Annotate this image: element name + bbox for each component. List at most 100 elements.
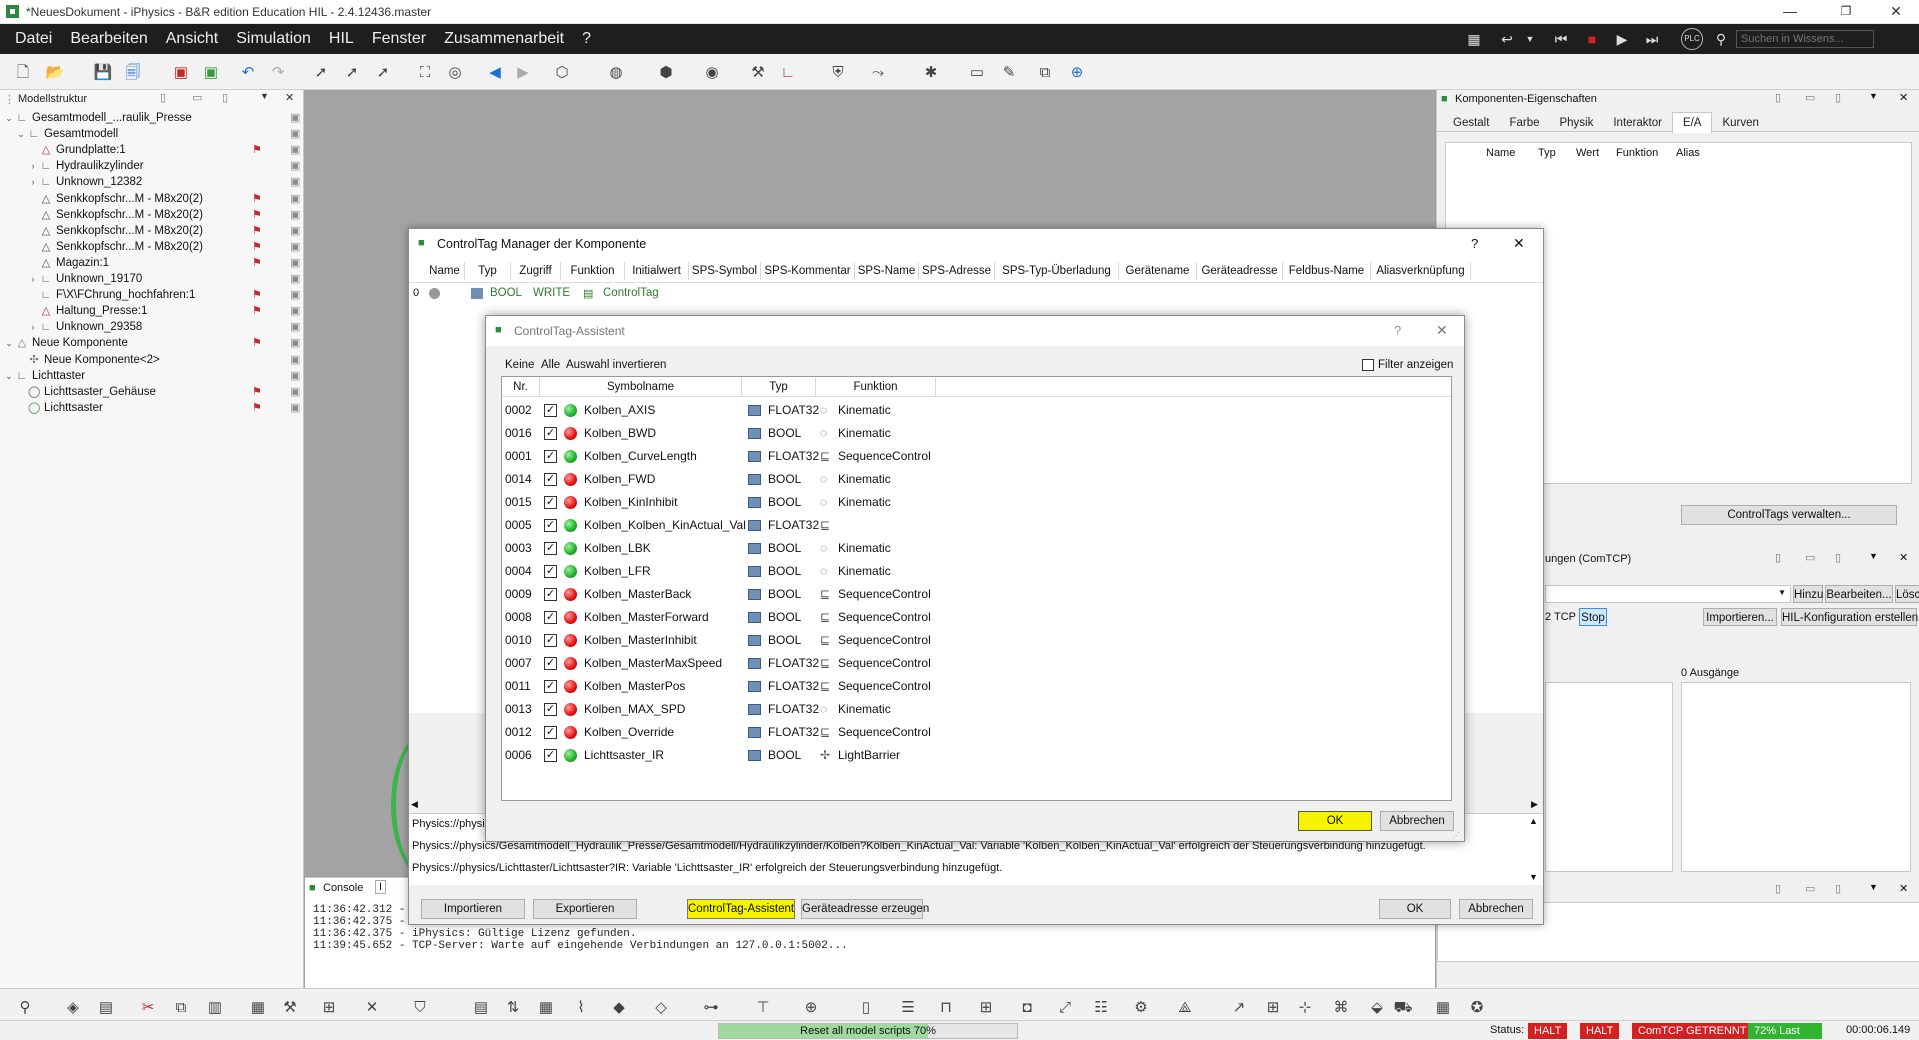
assistant-cancel-button[interactable]: Abbrechen: [1380, 811, 1454, 831]
console-tab-icon[interactable]: I: [375, 880, 387, 894]
delete-connection-button[interactable]: Löschen: [1895, 585, 1919, 603]
search-icon[interactable]: ⚲: [1709, 27, 1733, 51]
conn-menu-icon[interactable]: ▼: [1869, 551, 1878, 561]
plc-icon[interactable]: PLC: [1681, 28, 1703, 50]
visibility-icon[interactable]: ▣: [290, 335, 300, 351]
symbol-row[interactable]: 0015 ✓ Kolben_KinInhibit BOOL ◌ Kinematic: [502, 491, 1451, 514]
menu-ansicht[interactable]: Ansicht: [157, 24, 227, 54]
symbol-row[interactable]: 0006 ✓ Lichttsaster_IR BOOL ✢ LightBarrier: [502, 744, 1451, 767]
symbol-row[interactable]: 0012 ✓ Kolben_Override FLOAT32 ⊑ SequenceCont…: [502, 721, 1451, 744]
globe-icon[interactable]: ◉: [701, 62, 723, 84]
manager-help-button[interactable]: ?: [1471, 236, 1478, 251]
rp-float-icon[interactable]: ▯: [1775, 91, 1781, 104]
tree-item[interactable]: △ Senkkopfschr...M - M8x20(2) ⚑ ▣: [0, 207, 304, 223]
run-sim-icon[interactable]: ▣: [200, 62, 222, 84]
manager-row[interactable]: 0 BOOL WRITE ▤ ControlTag: [409, 283, 1543, 305]
visibility-icon[interactable]: ▣: [290, 255, 300, 271]
frame-icon[interactable]: ⊓: [935, 997, 957, 1019]
tree-item[interactable]: △ Magazin:1 ⚑ ▣: [0, 255, 304, 271]
select-move-icon[interactable]: ➚: [341, 62, 363, 84]
panel-float-icon[interactable]: ▯: [160, 91, 166, 104]
tab-gestalt[interactable]: Gestalt: [1443, 113, 1499, 133]
log-scroll-down-icon[interactable]: ▼: [1529, 872, 1538, 882]
prism-icon[interactable]: ◆: [608, 997, 630, 1019]
manager-cancel-button[interactable]: Abbrechen: [1459, 899, 1533, 919]
mgr-col-sps-name[interactable]: SPS-Name: [855, 262, 919, 280]
mgr-col-zugriff[interactable]: Zugriff: [511, 262, 561, 280]
panel-dock-icon[interactable]: ▯: [222, 91, 228, 104]
symbol-checkbox[interactable]: ✓: [544, 749, 557, 762]
visibility-icon[interactable]: ▣: [290, 352, 300, 368]
shield-icon[interactable]: ⛨: [827, 62, 849, 84]
delete-icon[interactable]: ✕: [361, 997, 383, 1019]
tab-interaktor[interactable]: Interaktor: [1603, 113, 1672, 133]
undo-icon[interactable]: ↩: [1495, 27, 1519, 51]
conveyor-icon[interactable]: ☰: [897, 997, 919, 1019]
list-tool-icon[interactable]: ☷: [1090, 997, 1112, 1019]
truck-icon[interactable]: ⛟: [1392, 997, 1414, 1019]
assistant-ok-button[interactable]: OK: [1298, 811, 1372, 831]
menu-zusammenarbeit[interactable]: Zusammenarbeit: [435, 24, 573, 54]
visibility-icon[interactable]: ▣: [290, 223, 300, 239]
filter-checkbox[interactable]: [1362, 359, 1374, 371]
symbol-row[interactable]: 0003 ✓ Kolben_LBK BOOL ◌ Kinematic: [502, 537, 1451, 560]
rp-dock-icon[interactable]: ▯: [1835, 91, 1841, 104]
mgr-col-funktion[interactable]: Funktion: [561, 262, 625, 280]
symbol-checkbox[interactable]: ✓: [544, 611, 557, 624]
symbol-row[interactable]: 0010 ✓ Kolben_MasterInhibit BOOL ⊑ SequenceCo…: [502, 629, 1451, 652]
menu-help[interactable]: ?: [573, 24, 600, 54]
controltag-assistant-button[interactable]: ControlTag-Assistent: [687, 899, 795, 919]
symbol-row[interactable]: 0011 ✓ Kolben_MasterPos FLOAT32 ⊑ SequenceCon…: [502, 675, 1451, 698]
network-icon[interactable]: ⊕: [1066, 62, 1088, 84]
tree-item[interactable]: ◯ Lichttsaster ⚑ ▣: [0, 400, 304, 416]
tree-item[interactable]: › ∟ Unknown_29358 ▣: [0, 319, 304, 335]
axis-icon[interactable]: ∟: [777, 62, 799, 84]
screenshot-icon[interactable]: ⧉: [1034, 62, 1056, 84]
col-symbolname[interactable]: Symbolname: [540, 378, 742, 396]
hil-config-button[interactable]: HIL-Konfiguration erstellen: [1781, 608, 1918, 626]
gamepad-icon[interactable]: ⌘: [1330, 997, 1352, 1019]
conn-float-icon[interactable]: ▯: [1775, 551, 1781, 564]
conn-close-icon[interactable]: ✕: [1899, 551, 1908, 564]
visibility-icon[interactable]: ▣: [290, 271, 300, 287]
sphere-icon[interactable]: ◍: [605, 62, 627, 84]
visibility-icon[interactable]: ▣: [290, 207, 300, 223]
tree-item[interactable]: ⌄ ∟ Gesamtmodell_...raulik_Presse ▣: [0, 110, 304, 126]
symbol-checkbox[interactable]: ✓: [544, 427, 557, 440]
visibility-icon[interactable]: ▣: [290, 368, 300, 384]
visibility-icon[interactable]: ▣: [290, 303, 300, 319]
symbol-checkbox[interactable]: ✓: [544, 496, 557, 509]
tree-item[interactable]: ✣ Neue Komponente<2> ▣: [0, 352, 304, 368]
tree-item[interactable]: △ Senkkopfschr...M - M8x20(2) ⚑ ▣: [0, 191, 304, 207]
edit-connection-button[interactable]: Bearbeiten...: [1825, 585, 1893, 603]
search-input[interactable]: [1736, 30, 1874, 48]
tab-kurven[interactable]: Kurven: [1712, 113, 1768, 133]
shape-icon[interactable]: ◇: [650, 997, 672, 1019]
mgr-col-sps-typ[interactable]: SPS-Typ-Überladung: [995, 262, 1119, 280]
io-close-icon[interactable]: ✕: [1899, 882, 1908, 895]
tree-item[interactable]: ⌄ ∟ Gesamtmodell ▣: [0, 126, 304, 142]
symbol-row[interactable]: 0002 ✓ Kolben_AXIS FLOAT32 ◌ Kinematic: [502, 399, 1451, 422]
tab-ea[interactable]: E/A: [1671, 112, 1713, 133]
select-arrow-icon[interactable]: ➚: [310, 62, 332, 84]
tree-item[interactable]: ⌄ △ Neue Komponente ⚑ ▣: [0, 335, 304, 351]
expand-icon[interactable]: ⌄: [4, 335, 14, 351]
tree-item[interactable]: ◯ Lichttsaster_Gehäuse ⚑ ▣: [0, 384, 304, 400]
film-icon[interactable]: ▦: [1462, 27, 1486, 51]
tab-farbe[interactable]: Farbe: [1499, 113, 1549, 133]
slider-icon[interactable]: ⊶: [700, 997, 722, 1019]
mgr-col-name[interactable]: Name: [425, 262, 465, 280]
io-min-icon[interactable]: ▭: [1805, 882, 1815, 895]
menu-bearbeiten[interactable]: Bearbeiten: [61, 24, 156, 54]
bucket-icon[interactable]: ⛉: [409, 997, 431, 1019]
expand-icon[interactable]: ›: [28, 271, 38, 287]
panel-menu-icon[interactable]: ▼: [260, 91, 269, 101]
visibility-icon[interactable]: ▣: [290, 191, 300, 207]
expand-icon[interactable]: ›: [28, 319, 38, 335]
reel-icon[interactable]: ✪: [1466, 997, 1488, 1019]
cube-icon[interactable]: ⬡: [551, 62, 573, 84]
tree-item[interactable]: △ Senkkopfschr...M - M8x20(2) ⚑ ▣: [0, 239, 304, 255]
symbol-row[interactable]: 0016 ✓ Kolben_BWD BOOL ◌ Kinematic: [502, 422, 1451, 445]
visibility-icon[interactable]: ▣: [290, 384, 300, 400]
redo-toolbar-icon[interactable]: ↷: [267, 62, 289, 84]
